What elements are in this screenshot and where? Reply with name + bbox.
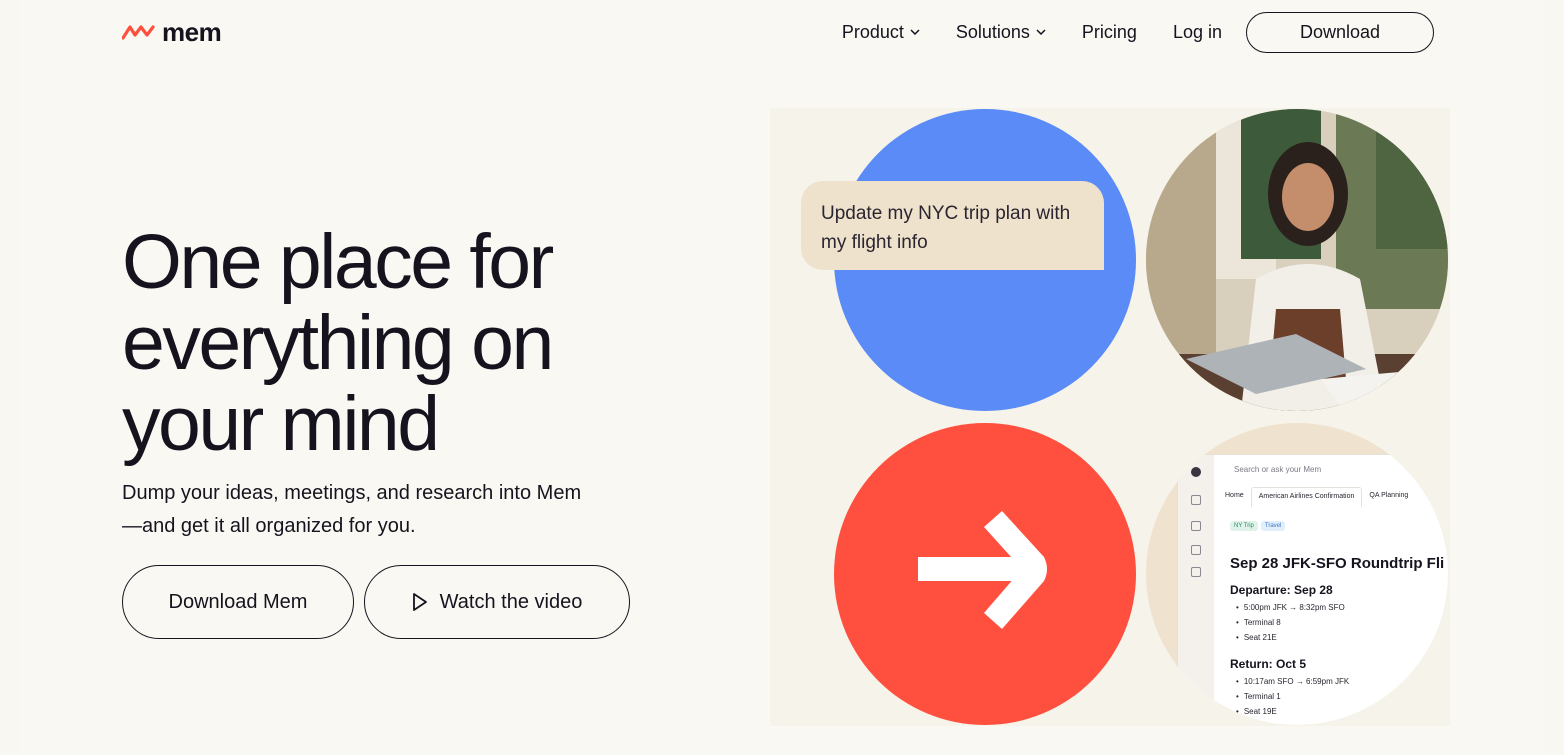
app-tags: NY Trip Travel [1230, 521, 1286, 531]
nav-solutions[interactable]: Solutions [956, 22, 1046, 43]
app-tab-home[interactable]: Home [1218, 487, 1251, 507]
departure-title: Departure: Sep 28 [1230, 583, 1333, 597]
list-item: Terminal 1 [1236, 692, 1281, 701]
nav-download-button[interactable]: Download [1246, 11, 1434, 53]
app-preview-circle: Search or ask your Mem Home American Air… [1146, 423, 1448, 725]
watch-video-label: Watch the video [439, 590, 583, 613]
app-sidebar [1178, 455, 1214, 725]
red-circle [834, 423, 1136, 725]
note-heading: Sep 28 JFK-SFO Roundtrip Fli [1230, 555, 1445, 572]
nav-pricing[interactable]: Pricing [1082, 22, 1137, 43]
hashtag-icon[interactable] [1191, 567, 1201, 577]
app-window: Search or ask your Mem Home American Air… [1178, 455, 1448, 725]
logo-wordmark: mem [162, 17, 222, 47]
hero-title: One place for everything on your mind [122, 222, 682, 465]
mem-logo-icon [122, 25, 155, 40]
notes-icon[interactable] [1191, 545, 1201, 555]
woman-laptop-photo [1146, 109, 1448, 411]
avatar[interactable] [1191, 467, 1201, 477]
app-search-input[interactable]: Search or ask your Mem [1220, 461, 1448, 479]
tag-chip[interactable]: Travel [1260, 521, 1286, 531]
mem-logo[interactable]: mem [122, 17, 222, 47]
nav-solutions-label: Solutions [955, 21, 1030, 42]
app-tab-planning[interactable]: QA Planning [1362, 487, 1415, 507]
chat-bubble: Update my NYC trip plan with my flight i… [801, 181, 1104, 270]
download-mem-button[interactable]: Download Mem [122, 565, 354, 639]
pin-icon[interactable] [1191, 521, 1201, 531]
watch-video-button[interactable]: Watch the video [364, 565, 630, 639]
chevron-down-icon [1036, 29, 1046, 35]
app-tab-confirmation[interactable]: American Airlines Confirmation [1250, 487, 1363, 507]
chevron-down-icon [910, 29, 920, 35]
return-title: Return: Oct 5 [1230, 657, 1307, 671]
play-icon [412, 593, 427, 611]
list-item: Terminal 8 [1236, 618, 1281, 627]
hero-title-line: One place for [122, 219, 554, 305]
list-item: Seat 21E [1236, 633, 1277, 642]
hero-title-line: your mind [122, 381, 440, 467]
app-tabs: Home American Airlines Confirmation QA P… [1218, 487, 1448, 507]
nav-product[interactable]: Product [842, 22, 920, 43]
hero-subtitle: Dump your ideas, meetings, and research … [122, 482, 582, 537]
new-note-icon[interactable] [1191, 495, 1201, 505]
list-item: 5:00pm JFK → 8:32pm SFO [1236, 603, 1345, 612]
main-nav: Product Solutions Pricing Log in Downloa… [842, 11, 1434, 53]
site-header: mem Product Solutions Pricing Log in Dow… [0, 0, 1564, 66]
nav-product-label: Product [841, 21, 904, 42]
hero-title-line: everything on [122, 300, 554, 386]
photo-illustration [1146, 109, 1448, 411]
nav-login[interactable]: Log in [1173, 22, 1222, 43]
arrow-right-icon [918, 511, 1047, 629]
tag-chip[interactable]: NY Trip [1230, 521, 1258, 531]
list-item: 10:17am SFO → 6:59pm JFK [1236, 677, 1349, 686]
list-item: Seat 19E [1236, 707, 1277, 716]
